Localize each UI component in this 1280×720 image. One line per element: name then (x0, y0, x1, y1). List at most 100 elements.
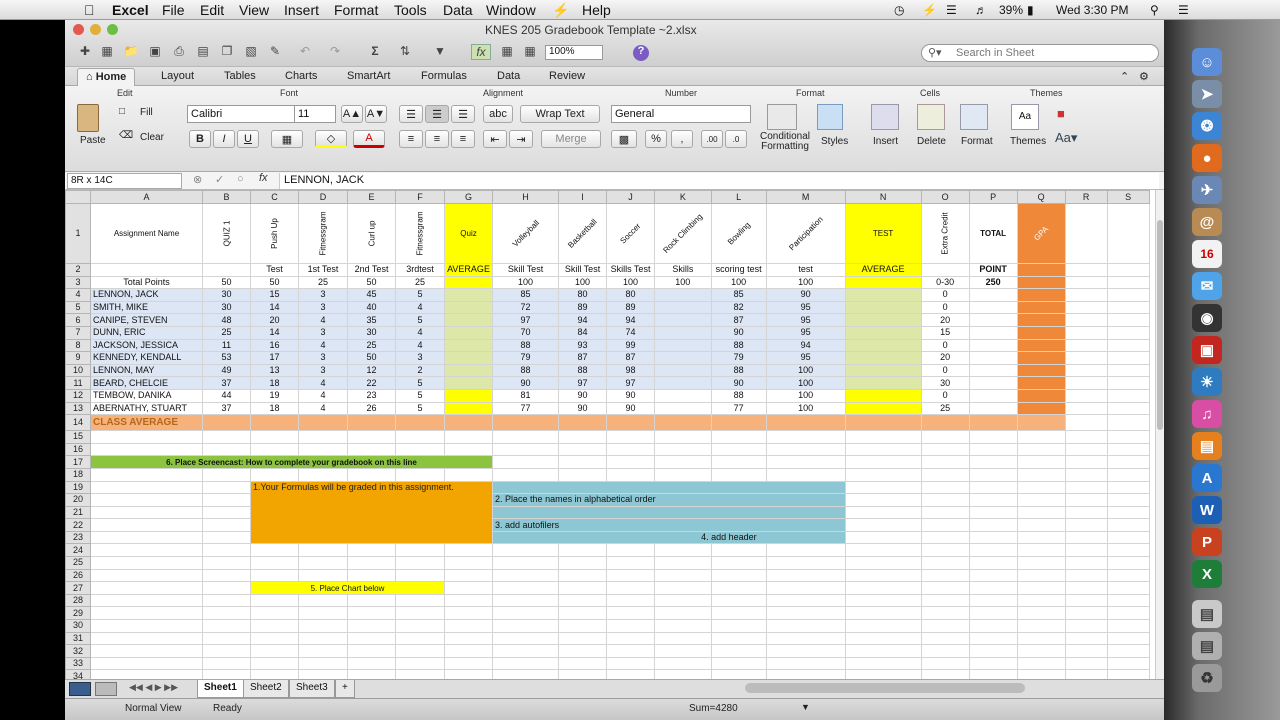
cell-b23[interactable] (202, 530, 251, 545)
cell-o22[interactable] (920, 518, 970, 532)
cell-a20[interactable] (90, 493, 203, 507)
cell-l1[interactable]: Bowling (710, 203, 767, 264)
time-machine-icon[interactable]: ◷ (894, 3, 904, 17)
cell-h25[interactable] (492, 556, 560, 570)
cell-n8[interactable] (844, 338, 922, 353)
cell-b15[interactable] (202, 430, 251, 444)
cell-a13[interactable]: ABERNATHY, STUART (90, 401, 203, 416)
notification-icon[interactable]: ☰ (1178, 3, 1189, 17)
cell-m27[interactable] (765, 581, 846, 595)
cell-i26[interactable] (558, 568, 608, 583)
cell-s10[interactable] (1106, 363, 1150, 378)
cell-l25[interactable] (710, 556, 767, 570)
cell-n10[interactable] (844, 363, 922, 378)
cell-k3[interactable]: 100 (654, 275, 712, 290)
menu-insert[interactable]: Insert (284, 2, 319, 18)
cell-b18[interactable] (202, 467, 251, 482)
cell-f32[interactable] (395, 644, 446, 658)
downloads-icon[interactable]: ▤ (1192, 600, 1222, 628)
cell-i17[interactable] (558, 455, 608, 469)
cell-b6[interactable]: 48 (202, 313, 251, 327)
cell-p15[interactable] (968, 430, 1018, 444)
decrease-indent-button[interactable]: ⇤ (483, 130, 507, 148)
cell-c30[interactable] (250, 619, 299, 633)
cell-d11[interactable]: 4 (297, 376, 349, 390)
cell-g18[interactable] (444, 467, 494, 482)
cell-k26[interactable] (654, 568, 712, 583)
cell-a18[interactable] (90, 467, 203, 482)
cell-p7[interactable] (968, 325, 1018, 340)
cell-k4[interactable] (654, 288, 712, 302)
cell-f14[interactable] (395, 414, 446, 432)
cell-s3[interactable] (1106, 275, 1150, 290)
copy-icon[interactable]: ❐ (217, 44, 237, 60)
cell-o16[interactable] (920, 442, 970, 457)
cell-f18[interactable] (395, 467, 446, 482)
row-header-5[interactable]: 5 (65, 300, 91, 315)
sheet-table[interactable]: A B C D E F G H I J K L M N O P Q R S 1 Assignment Name QUIZ … (65, 190, 1150, 696)
cell-n27[interactable] (844, 581, 922, 595)
cell-q8[interactable] (1016, 338, 1066, 353)
cell-r17[interactable] (1064, 455, 1108, 469)
cell-h15[interactable] (492, 430, 560, 444)
cell-n23[interactable] (844, 530, 922, 545)
paste-clipboard-icon[interactable] (77, 104, 99, 132)
cell-m31[interactable] (765, 631, 846, 646)
cell-s24[interactable] (1106, 543, 1150, 558)
cell-p32[interactable] (968, 644, 1018, 658)
cell-d29[interactable] (297, 606, 349, 621)
cell-s4[interactable] (1106, 288, 1150, 302)
cell-c33[interactable] (250, 656, 299, 671)
cell-k30[interactable] (654, 619, 712, 633)
row-header-25[interactable]: 25 (65, 556, 91, 570)
cell-p2[interactable]: POINT (968, 263, 1018, 277)
cell-q24[interactable] (1016, 543, 1066, 558)
cell-h26[interactable] (492, 568, 560, 583)
cell-p11[interactable] (968, 376, 1018, 390)
cell-m5[interactable]: 95 (765, 300, 846, 315)
cell-p27[interactable] (968, 581, 1018, 595)
cell-e26[interactable] (347, 568, 397, 583)
cell-r26[interactable] (1064, 568, 1108, 583)
cell-j1[interactable]: Soccer (606, 203, 656, 264)
cell-j2[interactable]: Skills Test (606, 263, 656, 277)
cell-d25[interactable] (297, 556, 349, 570)
cell-b28[interactable] (202, 593, 251, 608)
styles-icon[interactable] (817, 104, 843, 130)
calendar-icon[interactable]: 16 (1192, 240, 1222, 268)
cell-h6[interactable]: 97 (492, 313, 560, 327)
cell-e14[interactable] (347, 414, 397, 432)
borders-button[interactable]: ▦ (271, 130, 303, 148)
cell-k16[interactable] (654, 442, 712, 457)
facetime-icon[interactable]: ◉ (1192, 304, 1222, 332)
cell-c16[interactable] (250, 442, 299, 457)
cell-b24[interactable] (202, 543, 251, 558)
font-name-select[interactable]: Calibri (187, 105, 295, 123)
cell-h9[interactable]: 79 (492, 351, 560, 365)
firefox-icon[interactable]: ● (1192, 144, 1222, 172)
fill-color-button[interactable]: ◇ (315, 130, 347, 148)
cell-d2[interactable]: 1st Test (297, 263, 349, 277)
cell-i24[interactable] (558, 543, 608, 558)
cell-r12[interactable] (1064, 388, 1108, 403)
cell-k33[interactable] (654, 656, 712, 671)
cell-r23[interactable] (1064, 530, 1108, 545)
format-painter-icon[interactable]: ✎ (265, 44, 285, 60)
cell-d33[interactable] (297, 656, 349, 671)
cell-p26[interactable] (968, 568, 1018, 583)
cell-r3[interactable] (1064, 275, 1108, 290)
cell-p23[interactable] (968, 530, 1018, 545)
cell-q26[interactable] (1016, 568, 1066, 583)
cell-g4[interactable] (444, 288, 494, 302)
cell-h29[interactable] (492, 606, 560, 621)
cell-i30[interactable] (558, 619, 608, 633)
search-box[interactable]: ⚲▾ Search in Sheet (921, 44, 1159, 62)
row-header-19[interactable]: 19 (65, 480, 91, 495)
cell-l5[interactable]: 82 (710, 300, 767, 315)
cell-e7[interactable]: 30 (347, 325, 397, 340)
cell-p25[interactable] (968, 556, 1018, 570)
cell-f5[interactable]: 4 (395, 300, 446, 315)
insert-button[interactable]: Insert (873, 136, 898, 147)
cell-e32[interactable] (347, 644, 397, 658)
column-header-i[interactable]: I (558, 190, 608, 204)
